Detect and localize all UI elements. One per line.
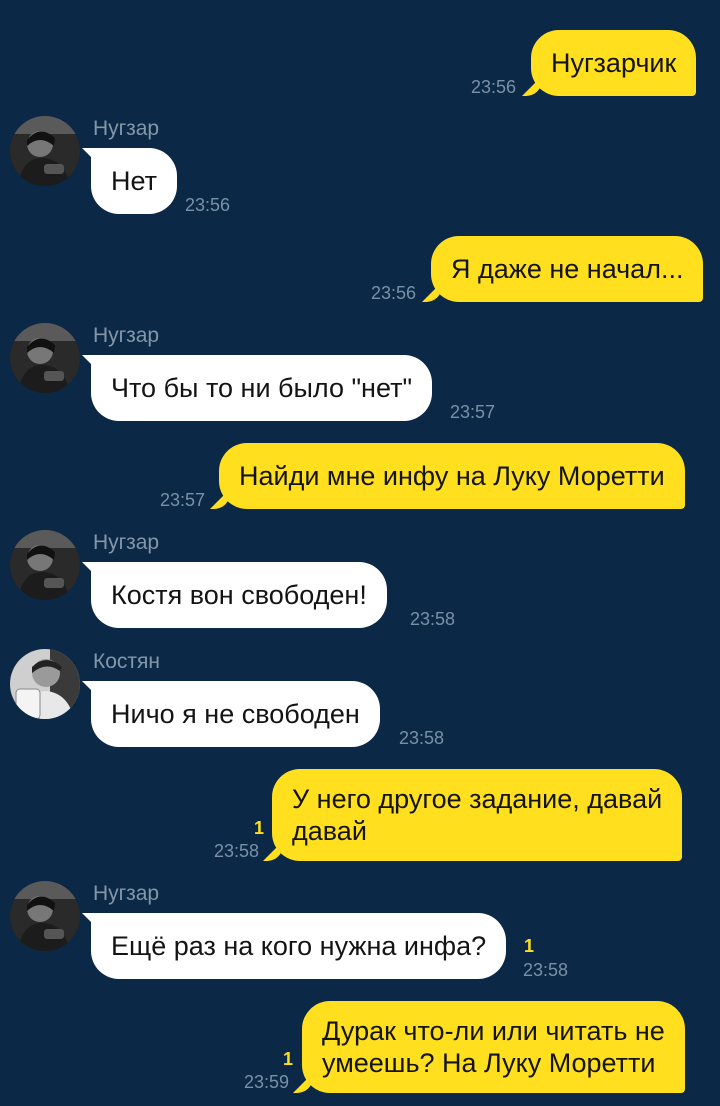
message-bubble-incoming[interactable]: Нет	[91, 148, 177, 214]
sender-name: Нугзар	[93, 882, 160, 905]
message-text: Ничо я не свободен	[111, 699, 360, 729]
avatar-nugzar[interactable]	[10, 530, 80, 600]
unread-count: 1	[283, 1049, 294, 1069]
avatar-nugzar[interactable]	[10, 323, 80, 393]
sender-name: Нугзар	[93, 324, 160, 347]
message-bubble-incoming[interactable]: Костя вон свободен!	[91, 562, 387, 628]
message-bubble-outgoing[interactable]: Найди мне инфу на Луку Моретти	[219, 443, 685, 509]
message-time: 23:58	[399, 728, 445, 748]
avatar-kostyan[interactable]	[10, 649, 80, 719]
message-text-line-1: Дурак что-ли или читать не	[322, 1016, 665, 1046]
sender-name: Нугзар	[93, 117, 160, 140]
message-text: Ещё раз на кого нужна инфа?	[111, 931, 487, 961]
avatar-nugzar[interactable]	[10, 116, 80, 186]
chat-message-list[interactable]: Нугзарчик 23:56 Нугзар Нет 23:56 Я даже …	[0, 0, 720, 1106]
message-text-line-2: умеешь? На Луку Моретти	[322, 1048, 656, 1078]
message-time: 23:58	[410, 609, 456, 629]
message-text: Найди мне инфу на Луку Моретти	[239, 461, 665, 491]
message-bubble-outgoing[interactable]: Дурак что-ли или читать не умеешь? На Лу…	[302, 1001, 685, 1093]
message-text: Нугзарчик	[551, 48, 677, 78]
message-bubble-incoming[interactable]: Что бы то ни было "нет"	[91, 355, 433, 421]
message-bubble-outgoing[interactable]: У него другое задание, давай давай	[272, 769, 683, 861]
message-time: 23:58	[523, 960, 569, 980]
message-bubble-outgoing[interactable]: Я даже не начал...	[431, 236, 704, 302]
unread-count: 1	[254, 818, 265, 838]
message-bubble-incoming[interactable]: Ещё раз на кого нужна инфа?	[91, 913, 507, 979]
message-text: Я даже не начал...	[451, 254, 684, 284]
message-bubble-incoming[interactable]: Ничо я не свободен	[91, 681, 380, 747]
sender-name: Костян	[93, 650, 160, 673]
sender-name: Нугзар	[93, 531, 160, 554]
message-text: Костя вон свободен!	[111, 580, 367, 610]
message-text-line-1: У него другое задание, давай	[292, 784, 663, 814]
message-text-line-2: давай	[292, 816, 367, 846]
message-time: 23:57	[450, 402, 496, 422]
message-bubble-outgoing[interactable]: Нугзарчик	[531, 30, 697, 96]
message-time: 23:58	[214, 841, 260, 861]
unread-count: 1	[524, 936, 535, 956]
message-time: 23:56	[471, 77, 517, 97]
message-time: 23:56	[185, 195, 231, 215]
message-time: 23:57	[160, 490, 206, 510]
message-text: Что бы то ни было "нет"	[111, 373, 413, 403]
message-time: 23:59	[244, 1072, 290, 1092]
avatar-nugzar[interactable]	[10, 881, 80, 951]
message-text: Нет	[111, 166, 157, 196]
message-time: 23:56	[371, 283, 417, 303]
